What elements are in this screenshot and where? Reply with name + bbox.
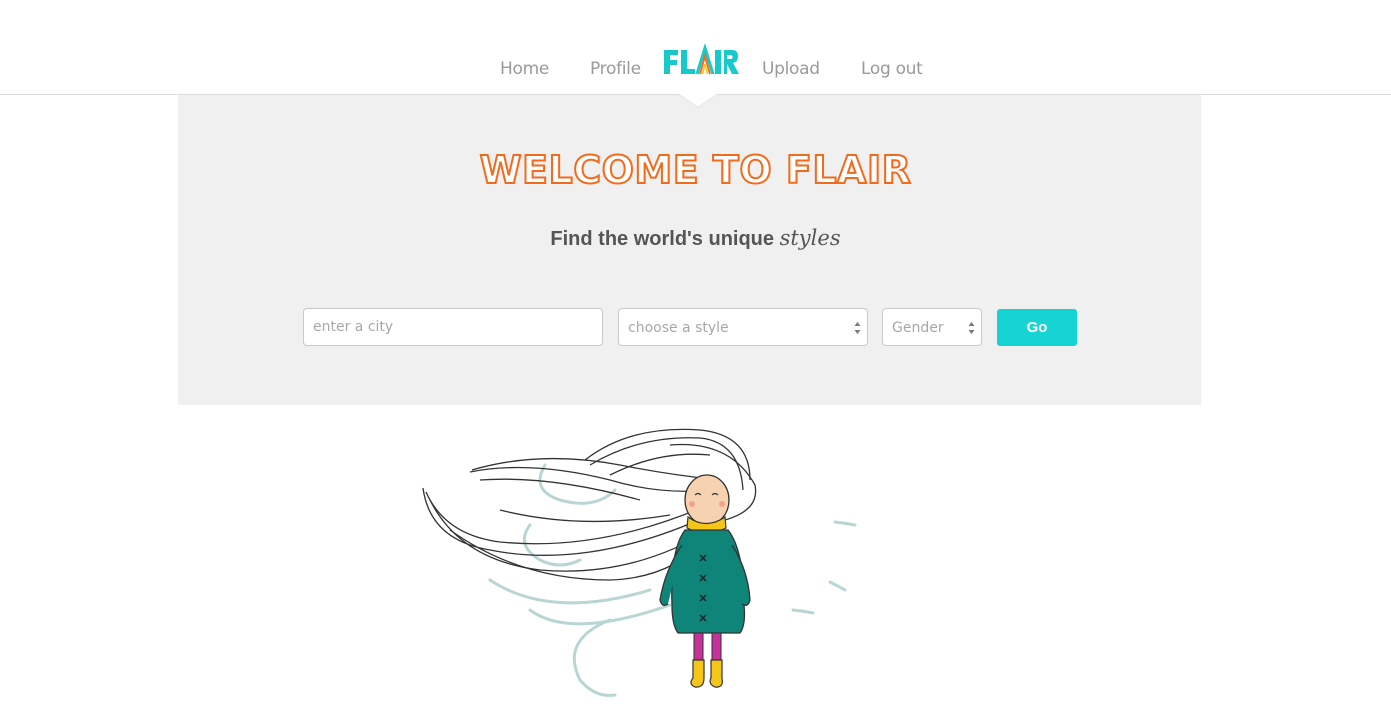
girl-illustration [422, 428, 857, 697]
gender-select[interactable]: Gender [882, 308, 982, 346]
nav-home-link[interactable]: Home [500, 59, 549, 79]
nav-pointer [679, 94, 717, 107]
top-navigation: Home Profile Upload Log out [0, 0, 1391, 95]
nav-upload-link[interactable]: Upload [762, 59, 820, 79]
subtitle-script-word: styles [779, 226, 841, 250]
style-select-value: choose a style [628, 320, 729, 336]
select-arrows-icon [854, 322, 861, 334]
style-select[interactable]: choose a style [618, 308, 868, 346]
page-subtitle: Find the world's unique styles [0, 226, 1391, 251]
select-arrows-icon [968, 322, 975, 334]
subtitle-text: Find the world's unique [550, 228, 775, 250]
city-input[interactable] [303, 308, 603, 346]
nav-logout-link[interactable]: Log out [861, 59, 923, 79]
gender-select-value: Gender [892, 320, 944, 336]
nav-profile-link[interactable]: Profile [590, 59, 641, 79]
go-button[interactable]: Go [997, 309, 1077, 346]
page-title: WELCOME TO FLAIR [479, 147, 912, 193]
flair-logo[interactable] [662, 42, 740, 78]
